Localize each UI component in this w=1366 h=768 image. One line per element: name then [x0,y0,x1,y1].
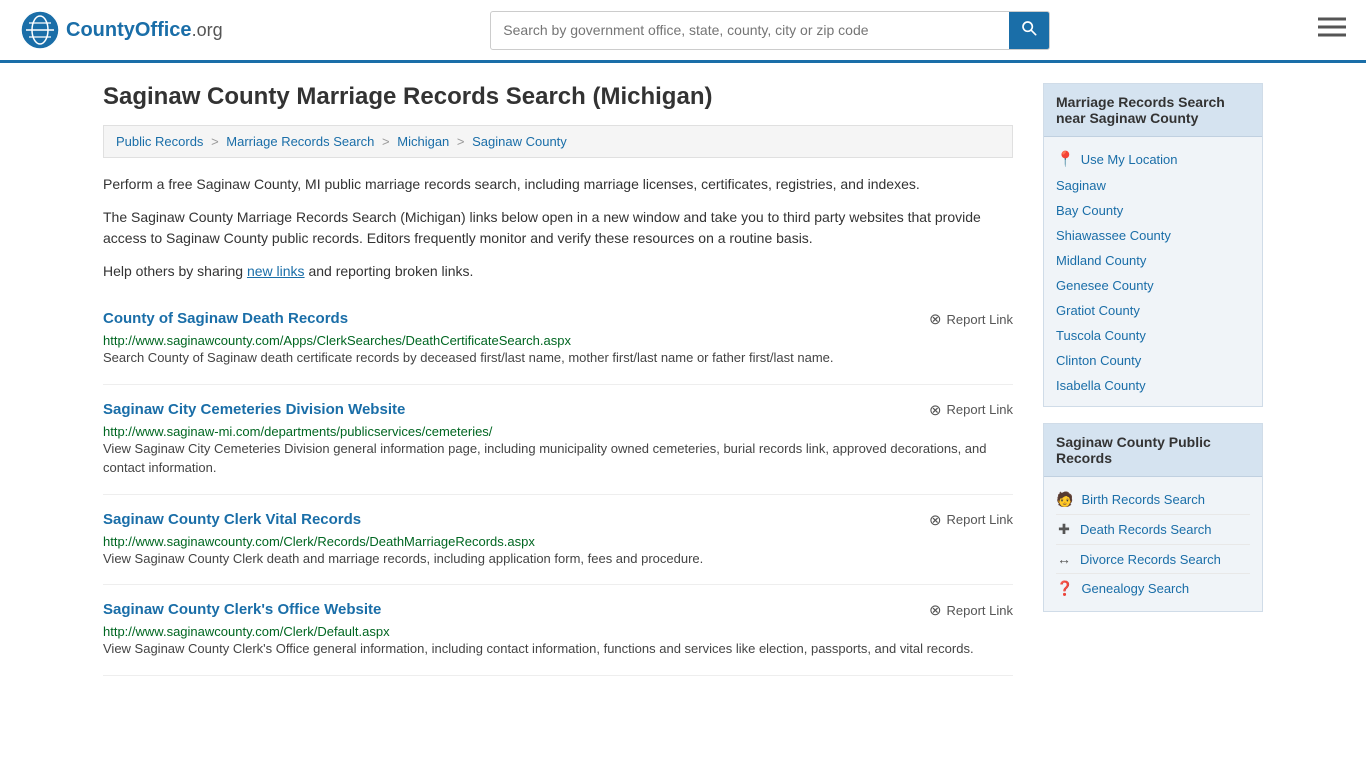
search-button[interactable] [1009,12,1049,49]
hamburger-menu-icon[interactable] [1318,16,1346,45]
nearby-section: Marriage Records Search near Saginaw Cou… [1043,83,1263,407]
birth-records-link[interactable]: Birth Records Search [1081,492,1205,507]
genealogy-records-link[interactable]: Genealogy Search [1081,581,1189,596]
divorce-records-item[interactable]: ↔ Divorce Records Search [1056,545,1250,574]
report-link-button[interactable]: ⊗ Report Link [929,601,1013,619]
sidebar: Marriage Records Search near Saginaw Cou… [1043,83,1263,676]
use-my-location-link[interactable]: Use My Location [1081,152,1178,167]
public-records-section-body: 🧑 Birth Records Search ✚ Death Records S… [1044,477,1262,611]
breadcrumb-sep3: > [457,134,468,149]
breadcrumb-sep2: > [382,134,393,149]
result-description: View Saginaw County Clerk's Office gener… [103,639,1013,659]
report-icon: ⊗ [929,310,942,328]
search-icon [1021,20,1037,36]
result-description: Search County of Saginaw death certifica… [103,348,1013,368]
result-title-link[interactable]: Saginaw City Cemeteries Division Website [103,401,405,418]
result-url[interactable]: http://www.saginawcounty.com/Apps/ClerkS… [103,333,571,348]
result-item: Saginaw County Clerk's Office Website ⊗ … [103,585,1013,676]
nearby-link-clinton[interactable]: Clinton County [1056,348,1250,373]
result-description: View Saginaw City Cemeteries Division ge… [103,439,1013,478]
breadcrumb-michigan[interactable]: Michigan [397,134,449,149]
report-link-button[interactable]: ⊗ Report Link [929,511,1013,529]
report-link-button[interactable]: ⊗ Report Link [929,310,1013,328]
nearby-link-saginaw[interactable]: Saginaw [1056,173,1250,198]
description-1: Perform a free Saginaw County, MI public… [103,174,1013,195]
genealogy-records-item[interactable]: ❓ Genealogy Search [1056,574,1250,603]
result-item: Saginaw County Clerk Vital Records ⊗ Rep… [103,495,1013,586]
death-records-item[interactable]: ✚ Death Records Search [1056,515,1250,545]
nearby-link-gratiot[interactable]: Gratiot County [1056,298,1250,323]
death-records-link[interactable]: Death Records Search [1080,522,1212,537]
location-pin-icon: 📍 [1056,150,1075,168]
divorce-records-link[interactable]: Divorce Records Search [1080,552,1221,567]
result-item: County of Saginaw Death Records ⊗ Report… [103,294,1013,385]
result-header: County of Saginaw Death Records ⊗ Report… [103,310,1013,328]
public-records-section: Saginaw County Public Records 🧑 Birth Re… [1043,423,1263,612]
result-header: Saginaw County Clerk Vital Records ⊗ Rep… [103,511,1013,529]
logo-icon [20,10,60,50]
result-title-link[interactable]: Saginaw County Clerk Vital Records [103,511,361,528]
result-title-link[interactable]: County of Saginaw Death Records [103,310,348,327]
page-title: Saginaw County Marriage Records Search (… [103,83,1013,111]
nearby-link-shiawassee[interactable]: Shiawassee County [1056,223,1250,248]
breadcrumb-sep1: > [211,134,222,149]
result-header: Saginaw County Clerk's Office Website ⊗ … [103,601,1013,619]
result-header: Saginaw City Cemeteries Division Website… [103,401,1013,419]
breadcrumb-public-records[interactable]: Public Records [116,134,203,149]
nearby-link-isabella[interactable]: Isabella County [1056,373,1250,398]
description-3: Help others by sharing new links and rep… [103,261,1013,282]
breadcrumb-marriage-records[interactable]: Marriage Records Search [226,134,374,149]
birth-records-item[interactable]: 🧑 Birth Records Search [1056,485,1250,515]
report-link-button[interactable]: ⊗ Report Link [929,401,1013,419]
report-label: Report Link [947,603,1013,618]
search-area [490,11,1050,50]
nearby-link-genesee[interactable]: Genesee County [1056,273,1250,298]
result-url[interactable]: http://www.saginawcounty.com/Clerk/Defau… [103,624,390,639]
arrows-icon: ↔ [1056,551,1072,567]
breadcrumb: Public Records > Marriage Records Search… [103,125,1013,158]
report-label: Report Link [947,402,1013,417]
result-description: View Saginaw County Clerk death and marr… [103,549,1013,569]
logo-text: CountyOffice.org [66,19,223,42]
breadcrumb-saginaw-county[interactable]: Saginaw County [472,134,567,149]
person-icon: 🧑 [1056,491,1073,508]
nearby-link-tuscola[interactable]: Tuscola County [1056,323,1250,348]
report-label: Report Link [947,512,1013,527]
report-label: Report Link [947,312,1013,327]
cross-icon: ✚ [1056,521,1072,538]
report-icon: ⊗ [929,401,942,419]
report-icon: ⊗ [929,511,942,529]
new-links-link[interactable]: new links [247,263,305,279]
logo-area: CountyOffice.org [20,10,223,50]
content-area: Saginaw County Marriage Records Search (… [103,83,1013,676]
genealogy-icon: ❓ [1056,580,1073,597]
main-container: Saginaw County Marriage Records Search (… [83,63,1283,696]
results-list: County of Saginaw Death Records ⊗ Report… [103,294,1013,676]
header: CountyOffice.org [0,0,1366,63]
report-icon: ⊗ [929,601,942,619]
nearby-section-body: 📍 Use My Location Saginaw Bay County Shi… [1044,137,1262,406]
public-records-section-title: Saginaw County Public Records [1044,424,1262,477]
result-title-link[interactable]: Saginaw County Clerk's Office Website [103,601,381,618]
result-url[interactable]: http://www.saginaw-mi.com/departments/pu… [103,424,492,439]
search-input[interactable] [491,14,1009,46]
nearby-section-title: Marriage Records Search near Saginaw Cou… [1044,84,1262,137]
description-2: The Saginaw County Marriage Records Sear… [103,207,1013,249]
nearby-link-midland[interactable]: Midland County [1056,248,1250,273]
nearby-link-bay-county[interactable]: Bay County [1056,198,1250,223]
result-item: Saginaw City Cemeteries Division Website… [103,385,1013,495]
result-url[interactable]: http://www.saginawcounty.com/Clerk/Recor… [103,534,535,549]
use-my-location-item[interactable]: 📍 Use My Location [1056,145,1250,173]
